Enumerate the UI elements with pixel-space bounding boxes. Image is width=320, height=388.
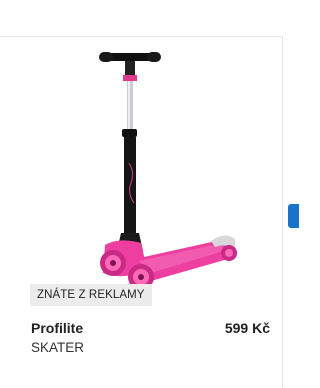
previous-product-card[interactable] <box>0 36 18 388</box>
product-card[interactable]: ZNÁTE Z REKLAMY Profilite 599 Kč SKATER <box>17 36 283 388</box>
product-price: 599 Kč <box>224 320 270 336</box>
product-image[interactable] <box>39 45 269 291</box>
product-category: SKATER <box>31 340 85 355</box>
product-name[interactable]: Profilite <box>31 320 83 336</box>
advertised-badge: ZNÁTE Z REKLAMY <box>30 284 152 306</box>
chevron-right-icon[interactable] <box>288 204 299 228</box>
product-grid: ZNÁTE Z REKLAMY Profilite 599 Kč SKATER <box>0 0 299 388</box>
